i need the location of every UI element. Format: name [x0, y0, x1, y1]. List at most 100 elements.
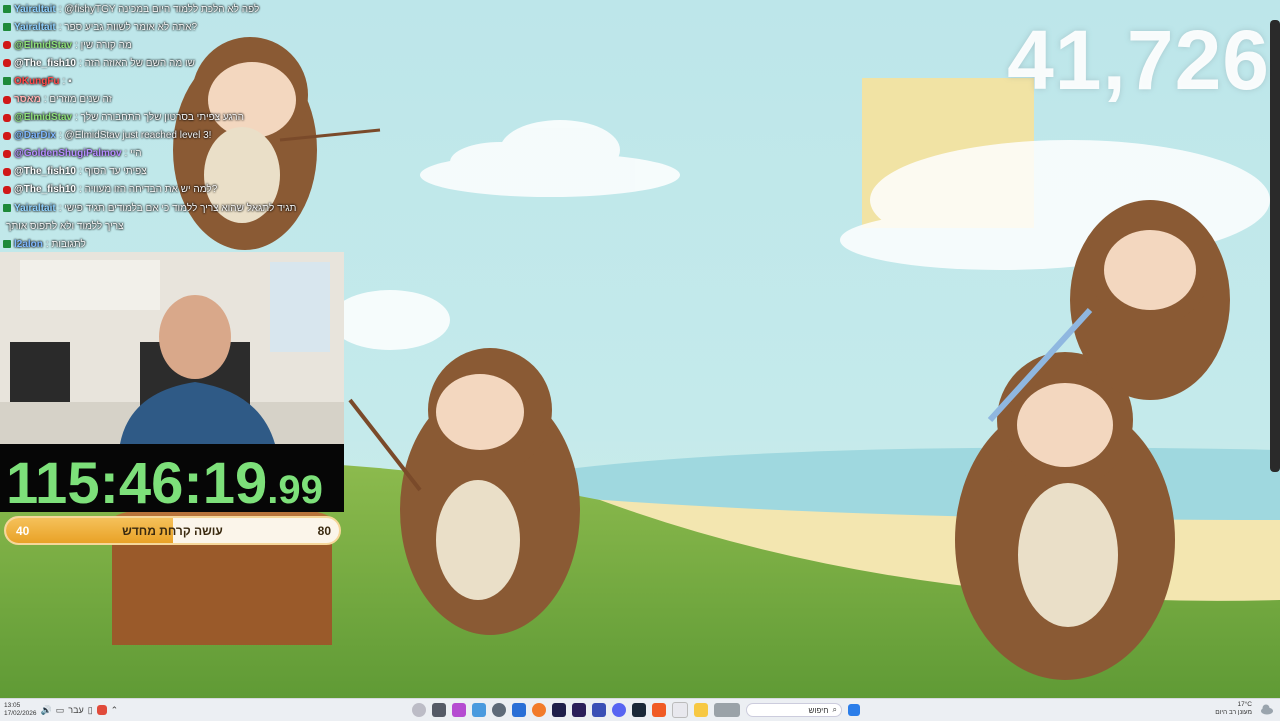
brave-icon[interactable]	[652, 703, 666, 717]
taskbar-apps: חיפוש ⌕	[412, 701, 860, 719]
after-effects-icon[interactable]	[552, 703, 566, 717]
youtube-badge-icon	[3, 41, 11, 50]
coin-counter: 41,726	[1007, 13, 1270, 107]
photoshop-icon[interactable]	[592, 703, 606, 717]
timer-ms: .99	[267, 468, 323, 512]
chat-message: @DarDix: @ElmidStav just reached level 3…	[0, 127, 340, 145]
progress-label: עושה קרחת מחדש	[122, 524, 223, 538]
youtube-badge-icon	[3, 113, 11, 122]
obs-icon[interactable]	[412, 703, 426, 717]
mic-icon[interactable]: ▯	[88, 705, 93, 716]
steam-icon[interactable]	[632, 703, 646, 717]
premiere-icon[interactable]	[572, 703, 586, 717]
chat-message: @The_fish10: צפיתי עד הסוף	[0, 163, 340, 181]
chat-username[interactable]: @ElmidStav	[14, 112, 72, 123]
chat-message-text: : זה שנים מוזרים	[43, 94, 112, 106]
chat-message-text: : צפיתי עד הסוף	[79, 166, 147, 178]
start-button[interactable]	[848, 704, 860, 716]
blender-icon[interactable]	[532, 703, 546, 717]
chat-username[interactable]: @DarDix	[14, 130, 56, 141]
chevron-up-icon[interactable]: ⌃	[111, 705, 119, 716]
speedrun-timer: 115:46:19.99	[0, 444, 344, 516]
language-indicator[interactable]: עבר	[68, 705, 83, 715]
chat-message: Yairaltait: @fishyTGY לפה לא הלכת ללמוד …	[0, 0, 340, 18]
chat-username[interactable]: @GoldenShugiPalmov	[14, 148, 122, 159]
chat-message-text: : לתגובות	[45, 238, 86, 250]
chat-message-text: : @fishyTGY לפה לא הלכת ללמוד היום במכינ…	[58, 3, 260, 15]
chat-message: @ElmidStav: מה קורה שין	[0, 36, 340, 54]
chat-message: @The_fish10: למה יש את הבדיחה הזו מעוויה…	[0, 181, 340, 199]
taskbar-clock[interactable]: 13:05 17/02/2026	[4, 702, 37, 718]
weather-temp: 17°C	[1237, 701, 1252, 708]
youtube-badge-icon	[3, 95, 11, 104]
chat-username[interactable]: @The_fish10	[14, 166, 76, 177]
chat-overlay: Yairaltait: @fishyTGY לפה לא הלכת ללמוד …	[0, 0, 340, 252]
app-tray-icon[interactable]	[96, 705, 107, 715]
chat-message: מאסר: זה שנים מוזרים	[0, 90, 340, 108]
chat-message: @The_fish10: שו מה השם של האוזה הזה	[0, 54, 340, 72]
file-explorer-icon[interactable]	[694, 703, 708, 717]
chat-message-text: : שו מה השם של האוזה הזה	[79, 57, 195, 69]
youtube-badge-icon	[3, 185, 11, 194]
weather-widget[interactable]: 17°C מעונן רב היום	[1215, 701, 1252, 717]
chat-username[interactable]: @The_fish10	[14, 58, 76, 69]
app-icon[interactable]	[472, 703, 486, 717]
chat-message: Yairaltait: תגיד לתגאל שהוא צריך ללמוד כ…	[0, 199, 340, 217]
chat-message-text: : ▪	[62, 75, 72, 87]
timer-value: 115:46:19.99	[6, 450, 323, 517]
network-icon[interactable]: ▭	[56, 705, 65, 716]
webcam-feed	[0, 252, 344, 444]
search-icon: ⌕	[832, 705, 837, 714]
vpn-icon[interactable]	[452, 703, 466, 717]
chat-message-text: : היי	[124, 148, 142, 160]
chat-message: OKungFu: ▪	[0, 72, 340, 90]
chat-username[interactable]: @The_fish10	[14, 184, 76, 195]
chat-message-text: צריך ללמוד ולא לתפוס אותך	[6, 220, 124, 232]
mod-badge-icon	[3, 23, 11, 32]
weather-desc: מעונן רב היום	[1215, 709, 1252, 716]
chat-message: @GoldenShugiPalmov: היי	[0, 145, 340, 163]
terminal-icon[interactable]	[432, 703, 446, 717]
taskbar: 13:05 17/02/2026 🔊 ▭ עבר ▯ ⌃ חיפוש ⌕ 17°…	[0, 698, 1280, 721]
chat-message: l2alon: לתגובות	[0, 235, 340, 253]
chat-username[interactable]: Yairaltait	[14, 203, 56, 214]
progress-target: 80	[317, 524, 331, 538]
chat-message-text: : הרגע צפיתי בסרטון שלך התחבורה שלך	[75, 112, 244, 124]
youtube-badge-icon	[3, 131, 11, 140]
timer-main: 115:46:19	[6, 451, 268, 516]
mod-badge-icon	[3, 240, 11, 249]
discord-icon[interactable]	[612, 703, 626, 717]
widgets-icon[interactable]	[714, 703, 740, 717]
chat-message-text: : מה קורה שין	[75, 39, 132, 51]
document-icon[interactable]	[512, 703, 526, 717]
chat-message-text: : אתה לא אומר לשוות גביע ספר?	[58, 21, 198, 33]
search-label: חיפוש	[808, 705, 829, 715]
chat-username[interactable]: Yairaltait	[14, 22, 56, 33]
chat-username[interactable]: OKungFu	[14, 76, 60, 87]
chat-message-text: : @ElmidStav just reached level 3!	[59, 130, 212, 142]
settings-app-icon[interactable]	[492, 703, 506, 717]
chat-message: @ElmidStav: הרגע צפיתי בסרטון שלך התחבור…	[0, 109, 340, 127]
scrollbar[interactable]	[1270, 20, 1280, 472]
cloud-icon[interactable]	[1260, 702, 1274, 716]
taskbar-left: 13:05 17/02/2026 🔊 ▭ עבר ▯ ⌃	[4, 701, 118, 719]
chat-username[interactable]: @ElmidStav	[14, 40, 72, 51]
taskbar-search[interactable]: חיפוש ⌕	[746, 703, 842, 717]
chat-message: צריך ללמוד ולא לתפוס אותך	[0, 217, 340, 235]
volume-icon[interactable]: 🔊	[41, 705, 52, 716]
calendar-icon[interactable]	[672, 702, 688, 718]
mod-badge-icon	[3, 5, 11, 14]
chat-message-text: : תגיד לתגאל שהוא צריך ללמוד כי אם בלמוד…	[58, 202, 297, 214]
chat-message-text: : למה יש את הבדיחה הזו מעוויה?	[79, 184, 218, 196]
goal-progress-bar: 40 עושה קרחת מחדש 80	[4, 516, 341, 545]
chat-username[interactable]: l2alon	[14, 239, 43, 250]
clock-date: 17/02/2026	[4, 710, 37, 717]
clock-time: 13:05	[4, 702, 21, 709]
mod-badge-icon	[3, 77, 11, 86]
youtube-badge-icon	[3, 167, 11, 176]
mod-badge-icon	[3, 204, 11, 213]
youtube-badge-icon	[3, 59, 11, 68]
chat-username[interactable]: מאסר	[14, 94, 41, 105]
chat-username[interactable]: Yairaltait	[14, 4, 56, 15]
chat-message: Yairaltait: אתה לא אומר לשוות גביע ספר?	[0, 18, 340, 36]
